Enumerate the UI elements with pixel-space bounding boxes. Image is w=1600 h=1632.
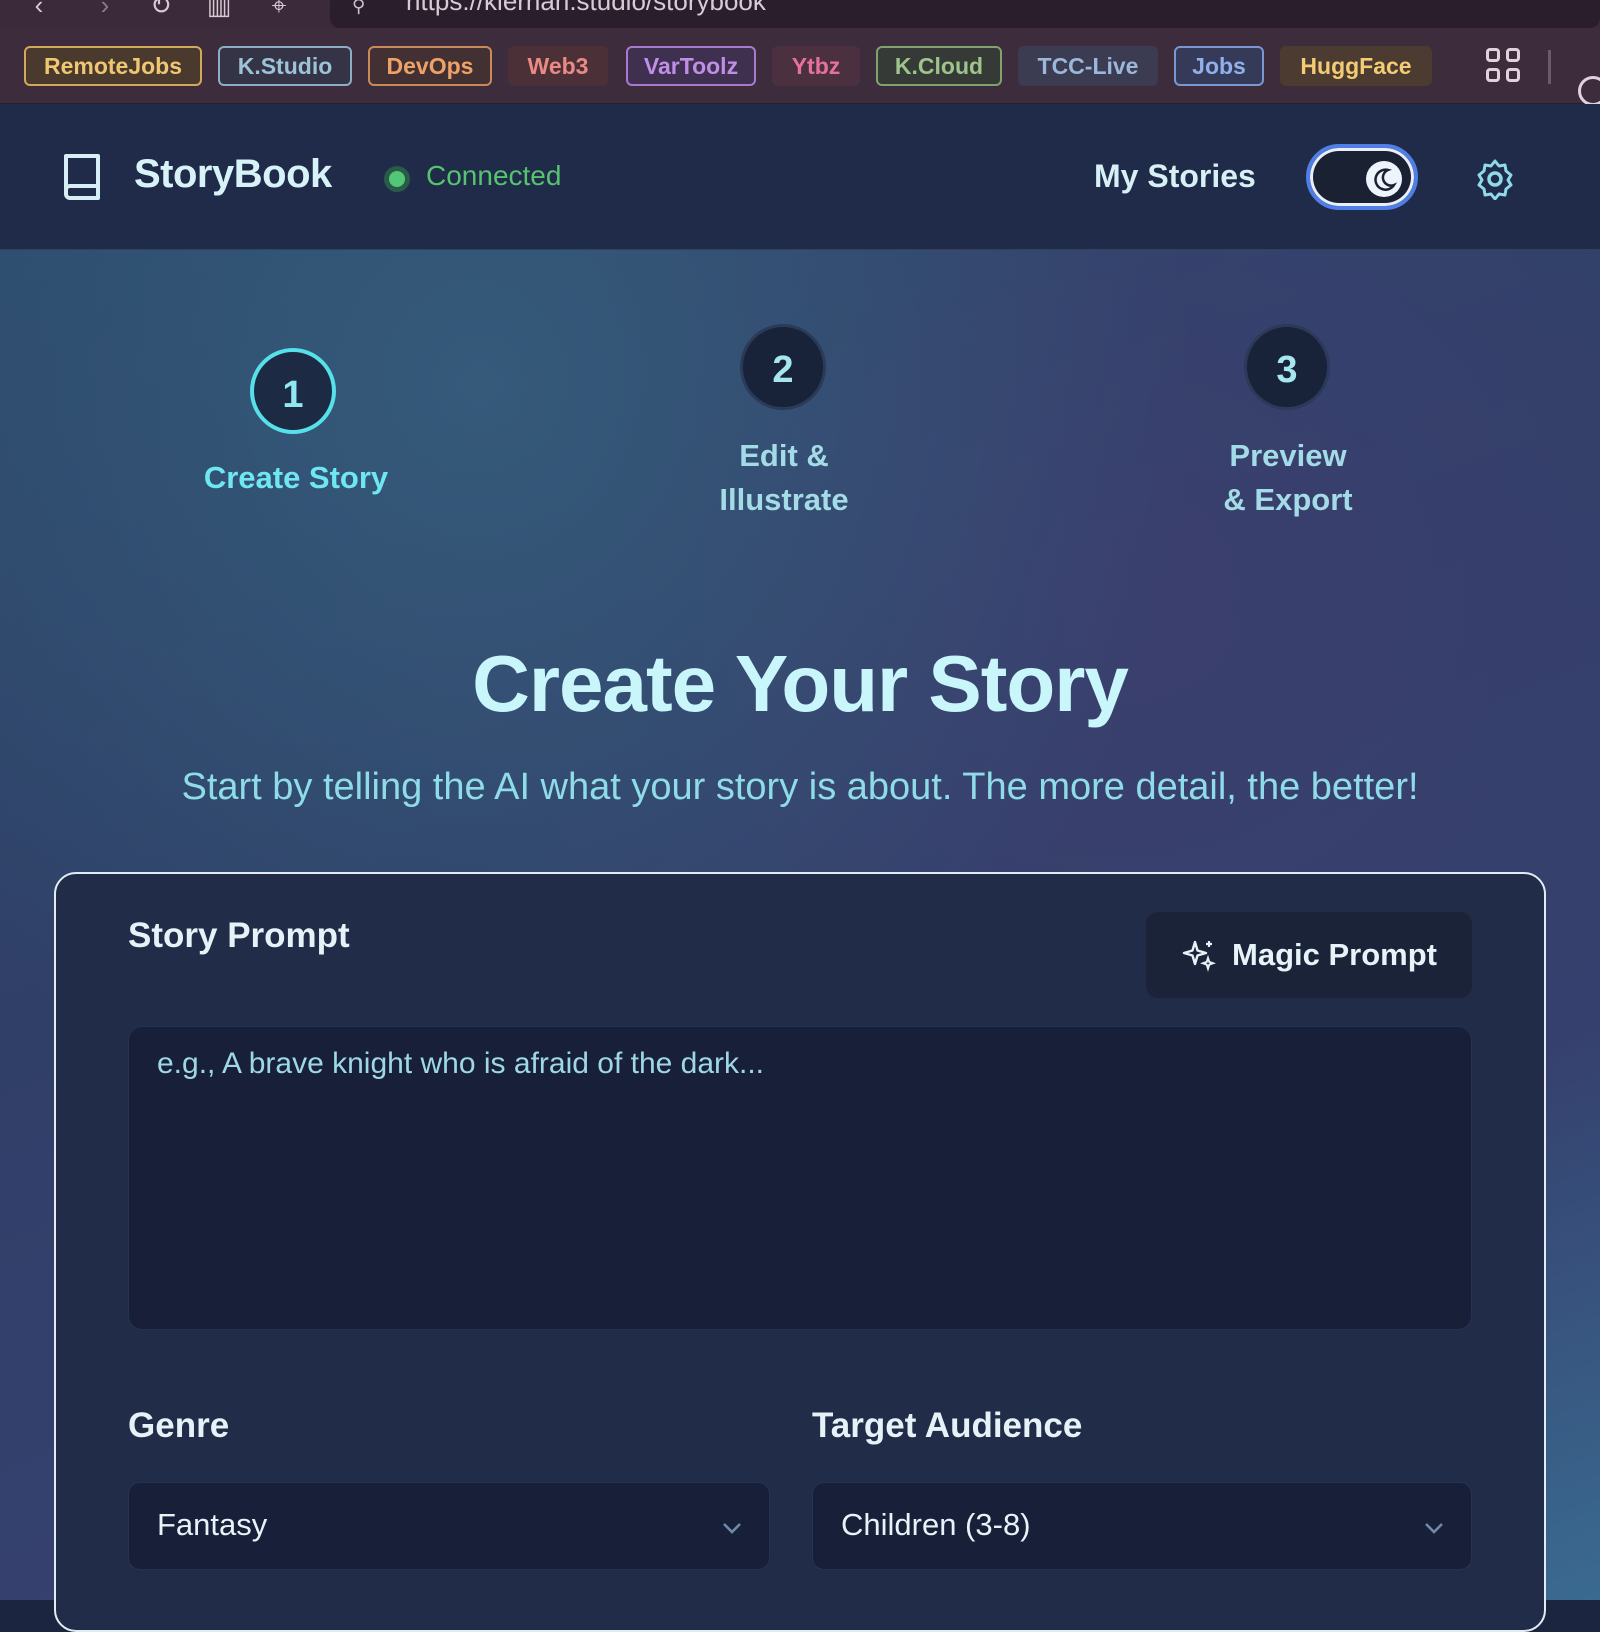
bookmark-jobs[interactable]: Jobs [1174, 46, 1264, 86]
step-number: 2 [740, 324, 826, 410]
bookmark-icon[interactable]: ⌖ [264, 0, 294, 20]
apps-grid-icon[interactable] [1486, 48, 1522, 84]
connection-status: Connected [426, 160, 562, 191]
target-audience-label: Target Audience [812, 1406, 1083, 1445]
step-number: 1 [250, 348, 336, 434]
audience-select[interactable]: Children (3-8) [812, 1482, 1472, 1570]
book-icon [64, 154, 100, 200]
gear-icon[interactable] [1474, 158, 1516, 200]
browser-toolbar: ‹ › ↻ ▥ ⌖ ⚲ https://kiernan.studio/story… [0, 0, 1600, 28]
chevron-down-icon [1425, 1523, 1443, 1534]
status-indicator-icon [384, 166, 410, 192]
bookmark-huggface[interactable]: HuggFace [1280, 46, 1432, 86]
site-info-icon[interactable]: ⚲ [352, 0, 365, 17]
audience-select-value: Children (3-8) [841, 1507, 1031, 1542]
step-label: Create Story [203, 460, 389, 495]
brand-name[interactable]: StoryBook [134, 152, 332, 197]
library-icon[interactable]: ▥ [204, 0, 234, 20]
main-content: 1 Create Story 2 Edit & Illustrate 3 Pre… [0, 250, 1600, 1632]
bookmark-kcloud[interactable]: K.Cloud [876, 46, 1002, 86]
bookmark-kstudio[interactable]: K.Studio [218, 46, 352, 86]
chevron-down-icon [723, 1523, 741, 1534]
bookmark-remotejobs[interactable]: RemoteJobs [24, 46, 202, 86]
step-number: 3 [1244, 324, 1330, 410]
url-text: https://kiernan.studio/storybook [406, 0, 766, 16]
genre-select[interactable]: Fantasy [128, 1482, 770, 1570]
story-prompt-label: Story Prompt [128, 916, 350, 955]
magic-prompt-label: Magic Prompt [1232, 937, 1437, 972]
bookmark-web3[interactable]: Web3 [508, 46, 608, 86]
bookmark-devops[interactable]: DevOps [368, 46, 492, 86]
step-label: Edit & Illustrate [719, 438, 849, 517]
story-prompt-input[interactable] [128, 1026, 1472, 1330]
my-stories-link[interactable]: My Stories [1094, 158, 1256, 195]
step-label: Preview & Export [1223, 438, 1353, 517]
story-form-card: Story Prompt Magic Prompt Genre Target A… [54, 872, 1546, 1632]
bookmarks-bar: RemoteJobs K.Studio DevOps Web3 VarToolz… [0, 28, 1600, 106]
page-subtitle: Start by telling the AI what your story … [181, 766, 1419, 808]
bookmark-vartoolz[interactable]: VarToolz [626, 46, 756, 86]
app-header: StoryBook Connected My Stories [0, 104, 1600, 250]
moon-icon [1366, 161, 1402, 197]
magic-prompt-button[interactable]: Magic Prompt [1146, 912, 1472, 998]
reload-icon[interactable]: ↻ [146, 0, 176, 20]
bookmark-ytbz[interactable]: Ytbz [772, 46, 860, 86]
genre-label: Genre [128, 1406, 230, 1445]
forward-icon[interactable]: › [90, 0, 120, 20]
theme-toggle[interactable] [1306, 144, 1418, 210]
page-title: Create Your Story [472, 639, 1129, 728]
bookmark-tcc-live[interactable]: TCC-Live [1018, 46, 1158, 86]
genre-select-value: Fantasy [157, 1507, 268, 1542]
address-bar[interactable]: ⚲ https://kiernan.studio/storybook [330, 0, 1600, 28]
sparkles-icon [1182, 940, 1216, 972]
extension-icon[interactable] [1578, 76, 1600, 106]
bookmarks-divider [1548, 50, 1551, 84]
back-icon[interactable]: ‹ [24, 0, 54, 20]
